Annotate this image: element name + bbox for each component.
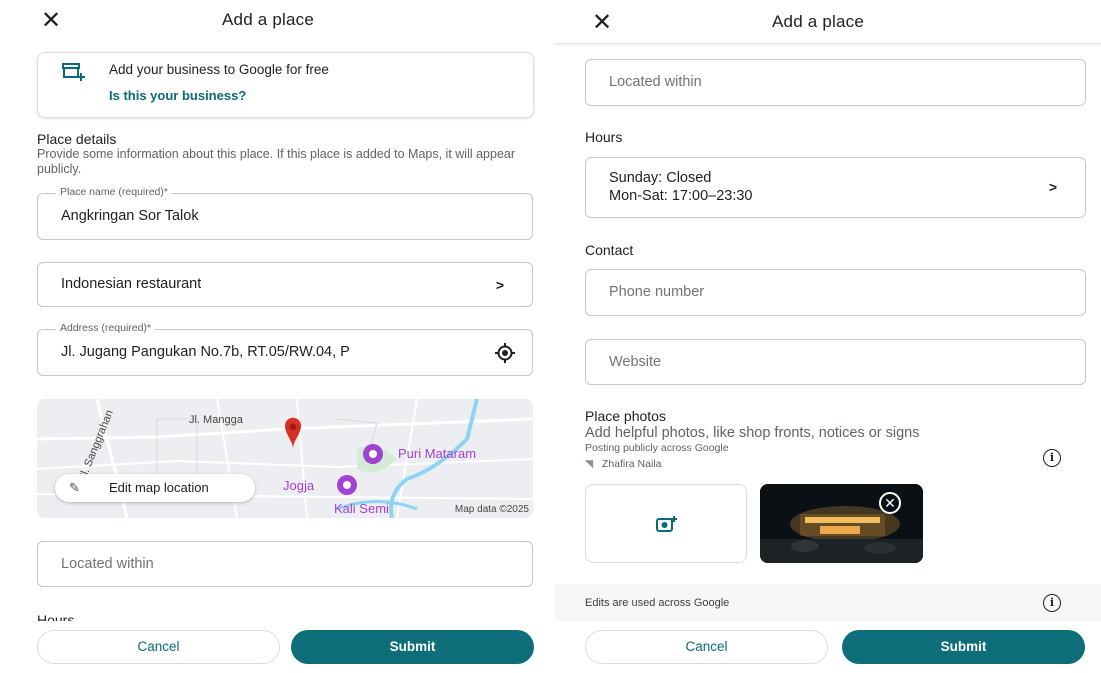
add-business-card[interactable]: Add your business to Google for free Is … xyxy=(37,52,534,118)
location-map[interactable]: Jl. Mangga Jl. Sanggrahan Puri Mataram J… xyxy=(37,399,533,518)
is-this-your-business-link[interactable]: Is this your business? xyxy=(109,88,246,103)
located-within-placeholder: Located within xyxy=(61,556,154,572)
category-selector[interactable]: Indonesian restaurant > xyxy=(37,262,533,307)
edit-pin-icon: ✎ xyxy=(69,480,80,495)
bottom-action-bar: Cancel Submit xyxy=(0,621,555,673)
cancel-button[interactable]: Cancel xyxy=(37,630,280,664)
address-label: Address (required)* xyxy=(56,322,156,334)
poster-row: ◥ Zhafira Naila xyxy=(585,458,661,470)
page-title: Add a place xyxy=(222,10,314,29)
edit-map-location-button[interactable]: ✎ Edit map location xyxy=(55,474,255,502)
add-photo-icon xyxy=(656,516,677,532)
phone-placeholder: Phone number xyxy=(609,284,705,300)
place-photos-heading: Place photos xyxy=(585,408,666,424)
left-screen: ✕ Add a place Add your business to Googl… xyxy=(0,0,555,673)
user-avatar-icon: ◥ xyxy=(585,458,594,470)
storefront-add-icon xyxy=(62,63,85,81)
hours-heading: Hours xyxy=(585,129,623,145)
info-icon[interactable]: i xyxy=(1043,449,1061,467)
place-details-heading: Place details xyxy=(37,131,117,147)
hours-selector[interactable]: Sunday: Closed Mon-Sat: 17:00–23:30 > xyxy=(585,157,1086,218)
add-business-text: Add your business to Google for free xyxy=(109,62,329,77)
header-bar: ✕ Add a place xyxy=(555,0,1101,44)
header-bar: ✕ Add a place xyxy=(0,0,555,44)
close-icon[interactable]: ✕ xyxy=(592,11,612,35)
close-icon[interactable]: ✕ xyxy=(41,9,61,33)
info-icon[interactable]: i xyxy=(1043,594,1061,612)
poi-label: Kali Semi xyxy=(334,501,389,516)
uploaded-photo[interactable]: ✕ xyxy=(760,484,923,563)
place-name-value: Angkringan Sor Talok xyxy=(61,208,199,224)
submit-button[interactable]: Submit xyxy=(842,630,1085,664)
posting-publicly-text: Posting publicly across Google xyxy=(585,442,729,454)
cancel-button[interactable]: Cancel xyxy=(585,630,828,664)
phone-number-field[interactable]: Phone number xyxy=(585,269,1086,316)
my-location-icon[interactable] xyxy=(494,342,516,364)
website-field[interactable]: Website xyxy=(585,339,1086,385)
chevron-right-icon: > xyxy=(1048,179,1057,195)
contact-heading: Contact xyxy=(585,242,634,258)
bottom-action-bar: Cancel Submit xyxy=(555,621,1101,673)
place-details-description: Provide some information about this plac… xyxy=(37,147,516,176)
edits-note-text: Edits are used across Google xyxy=(585,597,730,609)
submit-button[interactable]: Submit xyxy=(291,630,534,664)
chevron-right-icon: > xyxy=(495,277,504,293)
poi-label: Jogja xyxy=(283,478,315,493)
add-photo-button[interactable] xyxy=(585,484,747,563)
edits-note-bar: Edits are used across Google i xyxy=(555,584,1101,621)
place-name-field[interactable]: Place name (required)* Angkringan Sor Ta… xyxy=(37,186,533,240)
located-within-field[interactable]: Located within xyxy=(585,59,1086,106)
poi-label: Puri Mataram xyxy=(398,446,477,461)
address-value: Jl. Jugang Pangukan No.7b, RT.05/RW.04, … xyxy=(61,344,350,360)
page-title: Add a place xyxy=(772,12,864,31)
located-within-placeholder: Located within xyxy=(609,74,702,90)
website-placeholder: Website xyxy=(609,354,662,370)
located-within-field[interactable]: Located within xyxy=(37,541,533,587)
map-credit: Map data ©2025 xyxy=(454,504,529,515)
hours-line-1: Sunday: Closed xyxy=(609,170,712,186)
hours-line-2: Mon-Sat: 17:00–23:30 xyxy=(609,188,753,204)
place-photos-subtitle: Add helpful photos, like shop fronts, no… xyxy=(585,425,920,441)
poster-name: Zhafira Naila xyxy=(601,458,662,470)
edit-map-location-label: Edit map location xyxy=(109,480,209,495)
street-label: Jl. Mangga xyxy=(189,414,243,426)
right-screen: ✕ Add a place Located within Hours Sunda… xyxy=(555,0,1101,673)
address-field[interactable]: Address (required)* Jl. Jugang Pangukan … xyxy=(37,322,533,376)
place-name-label: Place name (required)* xyxy=(56,186,172,198)
remove-photo-icon[interactable]: ✕ xyxy=(879,492,901,514)
category-value: Indonesian restaurant xyxy=(61,276,202,292)
